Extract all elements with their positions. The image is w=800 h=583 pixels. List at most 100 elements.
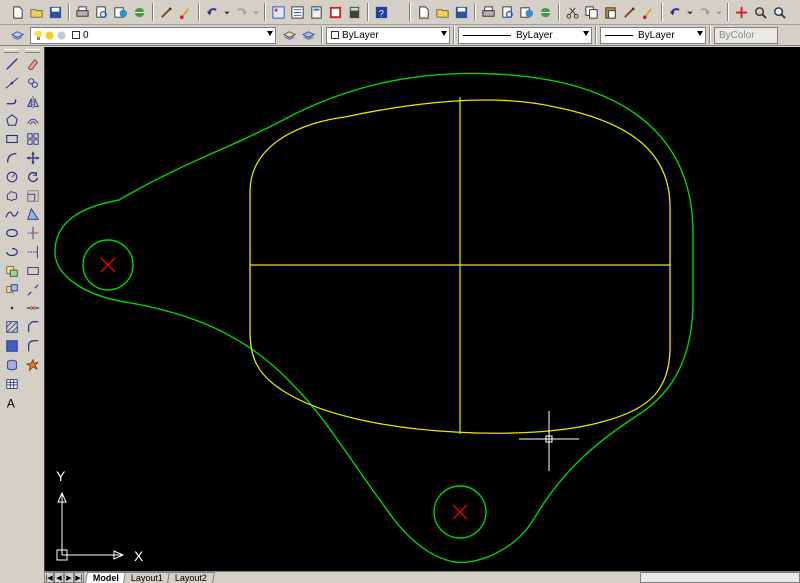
publish-icon[interactable]	[111, 3, 130, 22]
make-layer-current-icon[interactable]	[280, 26, 299, 45]
next-tab-button[interactable]: ▶	[64, 572, 74, 583]
help-icon[interactable]: ?	[372, 3, 391, 22]
layer-previous-icon[interactable]	[299, 26, 318, 45]
polyline-icon[interactable]	[2, 93, 21, 111]
polygon-icon[interactable]	[2, 111, 21, 129]
break-icon[interactable]	[23, 281, 42, 299]
redo-dropdown-icon[interactable]	[251, 3, 261, 22]
mirror-icon[interactable]	[23, 93, 42, 111]
first-tab-button[interactable]: |◀	[44, 572, 54, 583]
array-icon[interactable]	[23, 130, 42, 148]
model-space-drawing: Y X	[54, 72, 694, 564]
open-icon[interactable]	[433, 3, 452, 22]
pan-icon[interactable]	[732, 3, 751, 22]
extend-icon[interactable]	[23, 243, 42, 261]
chamfer-icon[interactable]	[23, 318, 42, 336]
designcenter-icon[interactable]	[269, 3, 288, 22]
line-icon[interactable]	[2, 55, 21, 73]
join-icon[interactable]	[23, 299, 42, 317]
tab-layout1-label: Layout1	[130, 573, 163, 583]
tab-layout2[interactable]: Layout2	[167, 572, 216, 583]
ucs-x-label: X	[134, 548, 144, 564]
new-icon[interactable]	[8, 3, 27, 22]
plot-preview-icon[interactable]	[498, 3, 517, 22]
paste-icon[interactable]	[601, 3, 620, 22]
tab-model[interactable]: Model	[85, 572, 127, 583]
toolbar-grip[interactable]	[25, 49, 40, 53]
last-tab-button[interactable]: ▶|	[74, 572, 84, 583]
rotate-icon[interactable]	[23, 168, 42, 186]
matchprop-icon[interactable]	[157, 3, 176, 22]
stretch-icon[interactable]	[23, 205, 42, 223]
plot-preview-icon[interactable]	[92, 3, 111, 22]
color-control-dropdown[interactable]: ByLayer	[326, 26, 450, 44]
print-icon[interactable]	[73, 3, 92, 22]
drawing-canvas[interactable]: Y X	[44, 47, 800, 571]
outer-profile-polyline[interactable]	[54, 72, 694, 564]
new-icon[interactable]	[414, 3, 433, 22]
markup-icon[interactable]	[326, 3, 345, 22]
ucs-icon	[56, 491, 125, 561]
linetype-control-dropdown[interactable]: ByLayer	[458, 26, 592, 44]
redo-icon[interactable]	[695, 3, 714, 22]
open-icon[interactable]	[27, 3, 46, 22]
undo-icon[interactable]	[203, 3, 222, 22]
arc-icon[interactable]	[2, 149, 21, 167]
undo-icon[interactable]	[666, 3, 685, 22]
brush-icon[interactable]	[176, 3, 195, 22]
copy-icon[interactable]	[582, 3, 601, 22]
brush-icon[interactable]	[639, 3, 658, 22]
3d-dwf-icon[interactable]	[536, 3, 555, 22]
ellipse-icon[interactable]	[2, 224, 21, 242]
multiline-text-icon[interactable]: A	[2, 393, 21, 411]
circle-icon[interactable]	[2, 168, 21, 186]
toolbar-grip[interactable]	[4, 49, 19, 53]
chevron-down-icon	[441, 30, 447, 36]
spline-icon[interactable]	[2, 205, 21, 223]
horizontal-scrollbar[interactable]	[640, 572, 800, 583]
explode-icon[interactable]	[23, 356, 42, 374]
hatch-icon[interactable]	[2, 318, 21, 336]
offset-icon[interactable]	[23, 111, 42, 129]
undo-dropdown-icon[interactable]	[222, 3, 232, 22]
redo-dropdown-icon[interactable]	[714, 3, 724, 22]
table-icon[interactable]	[2, 375, 21, 393]
publish-icon[interactable]	[517, 3, 536, 22]
move-icon[interactable]	[23, 149, 42, 167]
toolpalettes-icon[interactable]	[307, 3, 326, 22]
rectangle-icon[interactable]	[2, 130, 21, 148]
break-at-point-icon[interactable]	[23, 262, 42, 280]
zoom-window-icon[interactable]	[770, 3, 789, 22]
zoom-realtime-icon[interactable]	[751, 3, 770, 22]
standard-toolbar: ?	[0, 0, 800, 25]
layer-manager-icon[interactable]	[8, 26, 27, 45]
properties-icon[interactable]	[288, 3, 307, 22]
insert-block-icon[interactable]	[2, 262, 21, 280]
redo-icon[interactable]	[232, 3, 251, 22]
revision-cloud-icon[interactable]	[2, 187, 21, 205]
print-icon[interactable]	[479, 3, 498, 22]
region-icon[interactable]	[2, 356, 21, 374]
point-icon[interactable]	[2, 299, 21, 317]
construction-line-icon[interactable]	[2, 74, 21, 92]
erase-icon[interactable]	[23, 55, 42, 73]
undo-dropdown-icon[interactable]	[685, 3, 695, 22]
3d-dwf-icon[interactable]	[130, 3, 149, 22]
layer-control-dropdown[interactable]: 0	[30, 26, 276, 44]
matchprop-icon[interactable]	[620, 3, 639, 22]
trim-icon[interactable]	[23, 224, 42, 242]
lineweight-control-dropdown[interactable]: ByLayer	[600, 26, 706, 44]
toolbar-separator	[367, 3, 369, 21]
prev-tab-button[interactable]: ◀	[54, 572, 64, 583]
ellipse-arc-icon[interactable]	[2, 243, 21, 261]
cut-icon[interactable]	[563, 3, 582, 22]
copy-object-icon[interactable]	[23, 74, 42, 92]
make-block-icon[interactable]	[2, 281, 21, 299]
fillet-icon[interactable]	[23, 337, 42, 355]
tab-layout1[interactable]: Layout1	[123, 572, 172, 583]
scale-icon[interactable]	[23, 187, 42, 205]
save-icon[interactable]	[46, 3, 65, 22]
save-icon[interactable]	[452, 3, 471, 22]
quickcalc-icon[interactable]	[345, 3, 364, 22]
gradient-icon[interactable]	[2, 337, 21, 355]
